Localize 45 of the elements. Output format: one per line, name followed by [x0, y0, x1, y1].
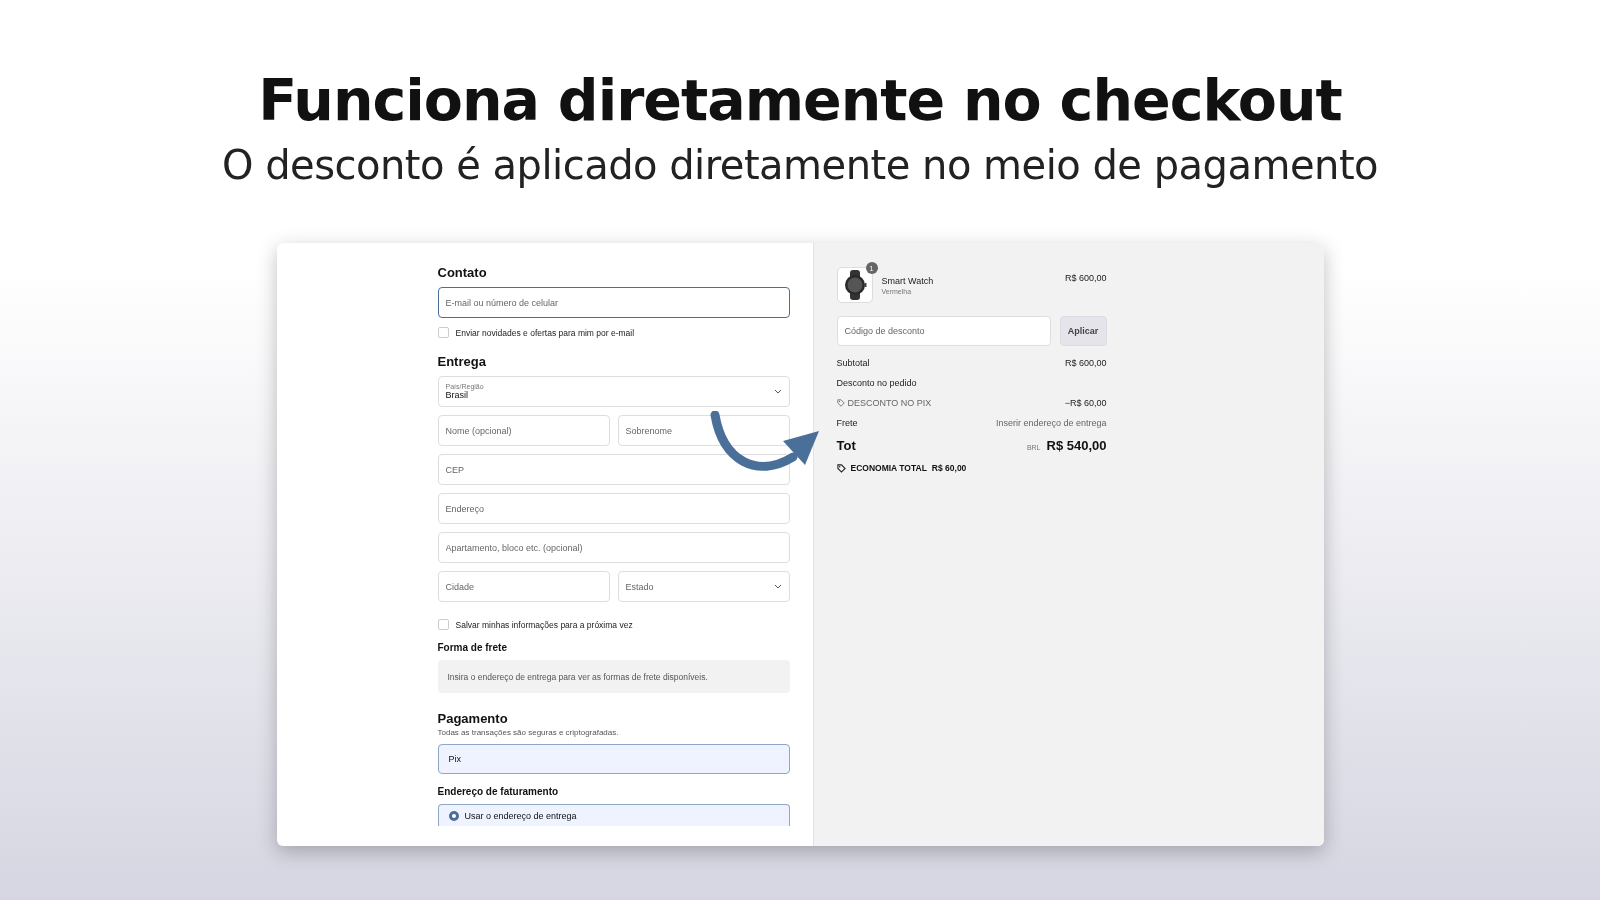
shipping-label: Frete [836, 418, 858, 428]
discount-value: −R$ 60,00 [1064, 398, 1107, 408]
input-field[interactable]: Cidade [437, 571, 610, 602]
chevron-down-icon [773, 389, 782, 394]
input-field[interactable]: Endereço [437, 493, 790, 524]
radio-button[interactable] [448, 810, 459, 821]
checkbox-label: Salvar minhas informações para a próxima vez [455, 619, 633, 630]
section-heading: Endereço de faturamento [437, 786, 560, 797]
security-note: Todas as transações são seguras e criptografadas. [437, 728, 620, 737]
checkbox[interactable] [437, 619, 449, 630]
product-name: Smart Watch [881, 275, 935, 286]
savings-value: R$ 60,00 [931, 463, 967, 473]
shipping-value: Inserir endereço de entrega [995, 418, 1107, 428]
tag-icon [836, 399, 845, 407]
savings-label: ECONOMIA TOTAL [850, 463, 927, 473]
billing-option[interactable]: Usar o endereço de entrega [437, 804, 790, 826]
total-label: Tot [836, 438, 856, 453]
checkbox-label: Enviar novidades e ofertas para mim por e-mail [455, 327, 635, 338]
chevron-down-icon [773, 584, 782, 589]
subheadline: O desconto é aplicado diretamente no meio de pagamento [221, 141, 1379, 190]
input-field[interactable]: CEP [437, 454, 790, 485]
smartwatch-icon [842, 270, 867, 300]
discount-label: Desconto no pedido [836, 378, 917, 388]
discount-code-field[interactable]: Código de desconto [836, 316, 1051, 346]
subtotal-label: Subtotal [836, 358, 870, 368]
section-heading: Contato [437, 265, 488, 280]
select-field[interactable]: Estado [617, 571, 790, 602]
input-field[interactable]: Apartamento, bloco etc. (opcional) [437, 532, 790, 563]
section-heading: Entrega [437, 354, 487, 369]
option-label: Usar o endereço de entrega [464, 810, 577, 821]
subtotal-value: R$ 600,00 [1064, 358, 1107, 368]
apply-button[interactable]: Aplicar [1059, 316, 1107, 346]
discount-code: DESCONTO NO PIX [847, 398, 932, 408]
section-heading: Forma de frete [437, 642, 508, 653]
input-field[interactable]: Nome (opcional) [437, 415, 610, 446]
input-field[interactable]: Sobrenome [617, 415, 790, 446]
shipping-notice: Insira o endereço de entrega para ver as formas de frete disponíveis. [437, 660, 790, 693]
total-value: R$ 540,00 [1046, 438, 1107, 453]
product-price: R$ 600,00 [1064, 273, 1107, 283]
headline: Funciona diretamente no checkout [258, 66, 1342, 135]
tag-icon [836, 463, 846, 473]
email-field[interactable]: E-mail ou número de celular [437, 287, 790, 318]
payment-option[interactable]: Pix [437, 744, 790, 774]
checkbox[interactable] [437, 327, 449, 338]
section-heading: Pagamento [437, 711, 509, 726]
